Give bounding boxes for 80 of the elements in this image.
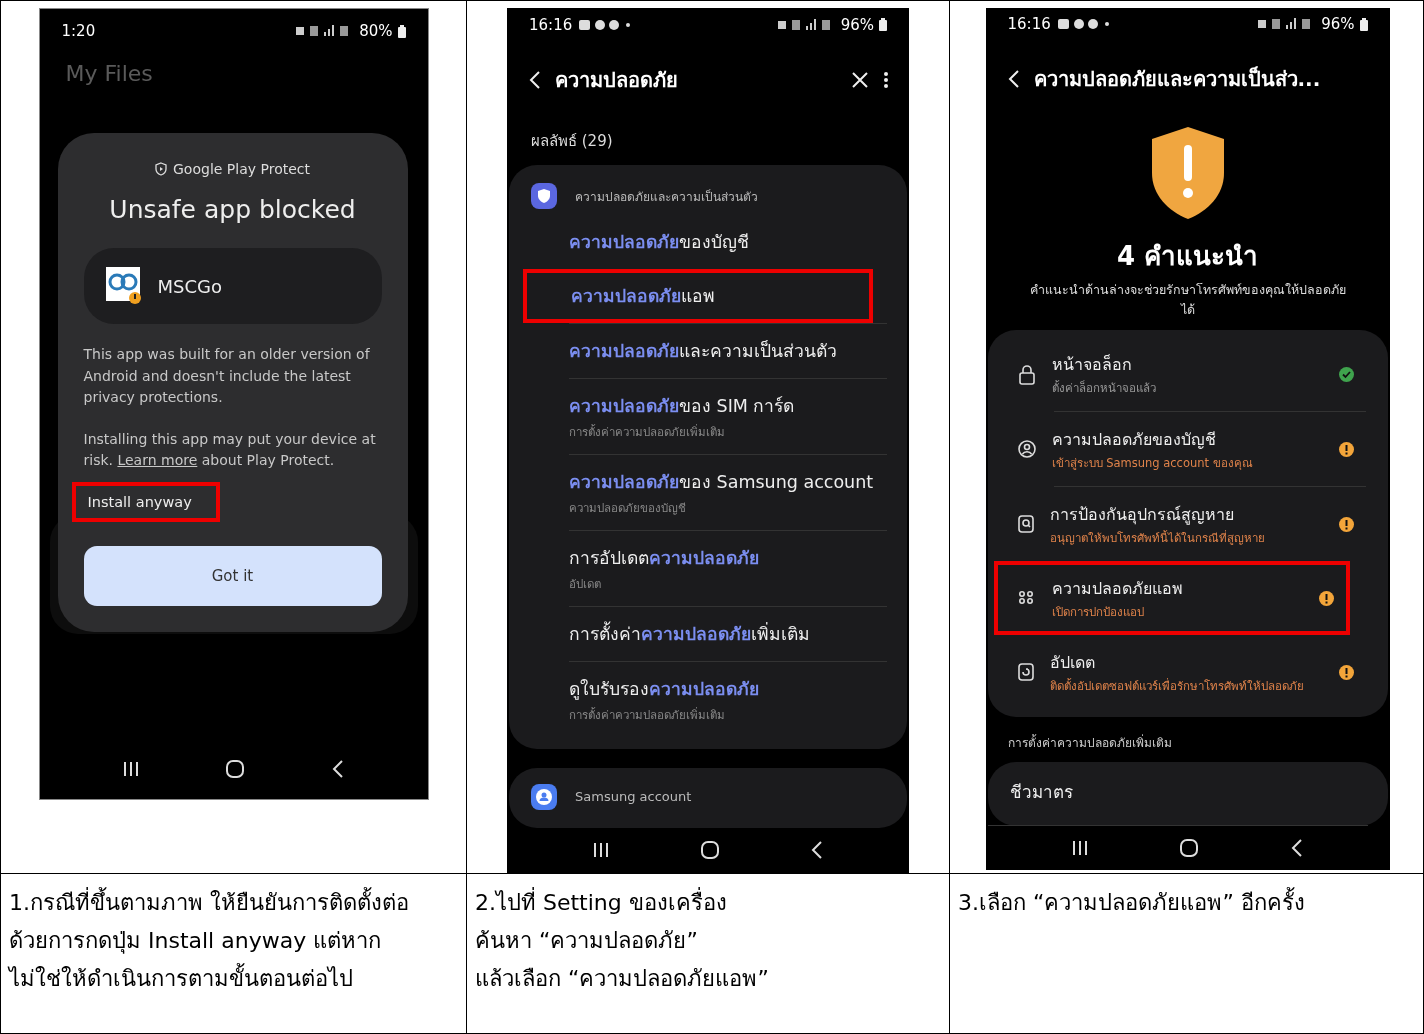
step-caption: 3.เลือก “ความปลอดภัยแอพ” อีกครั้ง	[950, 874, 1424, 922]
screen-title: My Files	[64, 60, 154, 88]
app-icon	[105, 267, 142, 305]
screen-title: ความปลอดภัย	[555, 67, 679, 95]
back-icon[interactable]	[1290, 838, 1305, 859]
dialog-brand: Google Play Protect	[173, 161, 310, 177]
recents-icon[interactable]	[1070, 839, 1089, 858]
step-caption: 1.กรณีที่ขึ้นตามภาพ ให้ยืนยันการติดตั้งต่อ ด้วยการกดปุ่ม Install anyway แต่หาก ไม่ใช่ให้ดำเนินการตามขั้นตอนต่อไป	[1, 874, 466, 998]
row-title: ความปลอดภัยของบัญชี	[1051, 429, 1217, 452]
back-icon[interactable]	[1007, 68, 1020, 89]
status-time: 1:20	[61, 22, 96, 40]
settings-item[interactable]: ชีวมาตร	[987, 762, 1368, 827]
search-result[interactable]: ดูใบรับรองความปลอดภัย การตั้งค่าความปลอดภัยเพิ่มเติม	[569, 661, 887, 738]
dialog-text: This app was built for an older version of Android and doesn't include the latest privacy protections.	[83, 345, 371, 407]
search-result[interactable]: การตั้งค่าความปลอดภัยเพิ่มเติม	[569, 606, 887, 662]
row-title: หน้าจอล็อก	[1051, 353, 1133, 377]
battery-percent: 96%	[840, 15, 874, 34]
warning-icon	[1338, 664, 1354, 680]
battery-percent: 80%	[359, 22, 393, 40]
phone-search-icon	[1017, 515, 1034, 534]
recommendation-row[interactable]: การป้องกันอุปกรณ์สูญหาย อนุญาตให้พบโทรศัพท์นี้ได้ในกรณีที่สูญหาย	[993, 487, 1370, 562]
row-subtitle: เข้าสู่ระบบ Samsung account ของคุณ	[1051, 455, 1254, 473]
search-result[interactable]: ความปลอดภัยของ SIM การ์ด การตั้งค่าความปลอดภัยเพิ่มเติม	[569, 378, 887, 455]
group-label: Samsung account	[575, 789, 692, 804]
row-title: ความปลอดภัยแอพ	[1051, 578, 1184, 601]
row-subtitle: เปิดการปกป้องแอป	[1051, 604, 1145, 622]
shield-icon	[155, 162, 167, 176]
search-result[interactable]: ความปลอดภัยของบัญชี	[569, 215, 887, 270]
step-caption: 2.ไปที่ Setting ของเครื่อง ค้นหา “ความปลอดภัย” แล้วเลือก “ความปลอดภัยแอพ”	[467, 874, 949, 998]
warning-icon	[1338, 516, 1354, 532]
group-label: ความปลอดภัยและความเป็นส่วนตัว	[575, 188, 758, 206]
recommendation-row[interactable]: หน้าจอล็อก ตั้งค่าล็อกหน้าจอแล้ว	[993, 338, 1370, 412]
apps-icon	[1017, 591, 1036, 606]
search-result[interactable]: ความปลอดภัยและความเป็นส่วนตัว	[569, 323, 887, 379]
lock-icon	[1017, 364, 1036, 385]
home-icon[interactable]	[225, 759, 246, 779]
screen-title: ความปลอดภัยและความเป็นส่ว...	[1033, 65, 1322, 93]
row-subtitle: อนุญาตให้พบโทรศัพท์นี้ได้ในกรณีที่สูญหาย	[1049, 529, 1266, 548]
update-icon	[1017, 663, 1034, 682]
section-label: การตั้งค่าความปลอดภัยเพิ่มเติม	[1006, 733, 1173, 753]
recommendation-row[interactable]: ความปลอดภัยของบัญชี เข้าสู่ระบบ Samsung account ของคุณ	[993, 412, 1370, 487]
check-icon	[1338, 367, 1354, 383]
battery-icon	[879, 18, 887, 32]
status-time: 16:16	[529, 15, 573, 34]
close-icon[interactable]	[851, 71, 869, 90]
back-icon[interactable]	[529, 70, 541, 91]
warning-icon	[1318, 590, 1334, 606]
back-icon[interactable]	[330, 759, 345, 779]
shield-icon	[531, 183, 557, 210]
search-result[interactable]: ความปลอดภัยแอพ	[523, 269, 873, 324]
row-subtitle: ติดตั้งอัปเดตซอฟต์แวร์เพื่อรักษาโทรศัพท์ให้ปลอดภัย	[1049, 677, 1305, 696]
learn-more-link[interactable]: Learn more	[117, 452, 198, 468]
recommendation-row[interactable]: ความปลอดภัยแอพ เปิดการปกป้องแอป	[993, 561, 1350, 636]
dialog-text: Installing this app may put your device at risk. Learn more about Play Protect.	[83, 429, 377, 470]
account-icon	[531, 783, 557, 810]
recommendation-description: คำแนะนำด้านล่างจะช่วยรักษาโทรศัพท์ของคุณให้ปลอดภัยได้	[1028, 280, 1347, 319]
row-subtitle: ตั้งค่าล็อกหน้าจอแล้ว	[1051, 379, 1157, 398]
home-icon[interactable]	[1179, 838, 1200, 859]
battery-icon	[397, 24, 406, 38]
warning-icon	[1338, 441, 1354, 457]
search-result[interactable]: การอัปเดตความปลอดภัย อัปเดต	[569, 530, 887, 607]
status-time: 16:16	[1007, 15, 1051, 34]
back-icon[interactable]	[810, 840, 824, 861]
row-title: การป้องกันอุปกรณ์สูญหาย	[1049, 504, 1235, 527]
home-icon[interactable]	[700, 840, 720, 861]
recommendation-count: 4 คำแนะนำ	[1116, 239, 1259, 273]
recents-icon[interactable]	[122, 760, 141, 778]
row-title: อัปเดต	[1049, 652, 1096, 675]
dialog-title: Unsafe app blocked	[108, 195, 357, 224]
app-name: MSCGo	[157, 275, 222, 297]
battery-icon	[1359, 17, 1368, 31]
install-anyway-button[interactable]: Install anyway	[71, 481, 220, 522]
got-it-button[interactable]: Got it	[83, 545, 382, 606]
recents-icon[interactable]	[592, 841, 610, 860]
search-result[interactable]: ความปลอดภัยของ Samsung account ความปลอดภัยของบัญชี	[569, 454, 887, 531]
more-icon[interactable]	[883, 71, 889, 90]
person-icon	[1017, 440, 1036, 459]
battery-percent: 96%	[1321, 15, 1355, 34]
result-count: ผลลัพธ์ (29)	[530, 131, 614, 153]
recommendation-row[interactable]: อัปเดต ติดตั้งอัปเดตซอฟต์แวร์เพื่อรักษาโทรศัพท์ให้ปลอดภัย	[993, 635, 1370, 710]
